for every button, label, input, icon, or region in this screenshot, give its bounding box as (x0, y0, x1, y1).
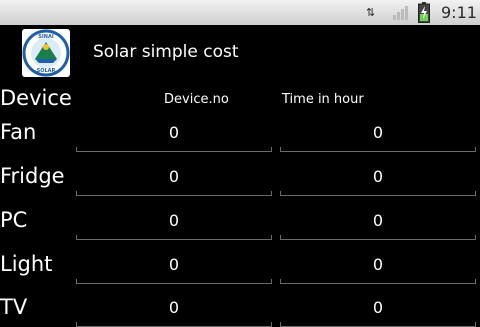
tv-device-no-input[interactable]: 0 (76, 296, 272, 327)
fridge-time-in-hour-input[interactable]: 0 (280, 165, 476, 196)
light-time-in-hour-input[interactable]: 0 (280, 253, 476, 284)
app-logo: SINAI SOLAR (22, 29, 70, 77)
signal-icon (393, 6, 408, 20)
data-transfer-icon: ⇅ (366, 6, 375, 19)
fan-device-no-input[interactable]: 0 (76, 121, 272, 152)
row-label-tv: TV (0, 295, 28, 319)
row-label-fan: Fan (0, 120, 37, 144)
pc-device-no-input[interactable]: 0 (76, 209, 272, 240)
status-bar: ⇅ 9:11 (0, 0, 480, 25)
device-no-column-header: Device.no (164, 92, 229, 107)
app-title: Solar simple cost (93, 42, 239, 62)
time-in-hour-column-header: Time in hour (282, 92, 364, 107)
battery-charging-icon (418, 2, 430, 23)
tv-time-in-hour-input[interactable]: 0 (280, 296, 476, 327)
status-time: 9:11 (441, 3, 477, 22)
fan-time-in-hour-input[interactable]: 0 (280, 121, 476, 152)
light-device-no-input[interactable]: 0 (76, 253, 272, 284)
logo-text-top: SINAI (38, 34, 54, 40)
fridge-device-no-input[interactable]: 0 (76, 165, 272, 196)
sinai-solar-logo-icon: SINAI SOLAR (22, 29, 70, 77)
logo-text-bottom: SOLAR (37, 68, 56, 74)
pc-time-in-hour-input[interactable]: 0 (280, 209, 476, 240)
row-label-fridge: Fridge (0, 164, 65, 188)
device-column-header: Device (0, 86, 72, 110)
row-label-pc: PC (0, 208, 28, 232)
row-label-light: Light (0, 252, 53, 276)
